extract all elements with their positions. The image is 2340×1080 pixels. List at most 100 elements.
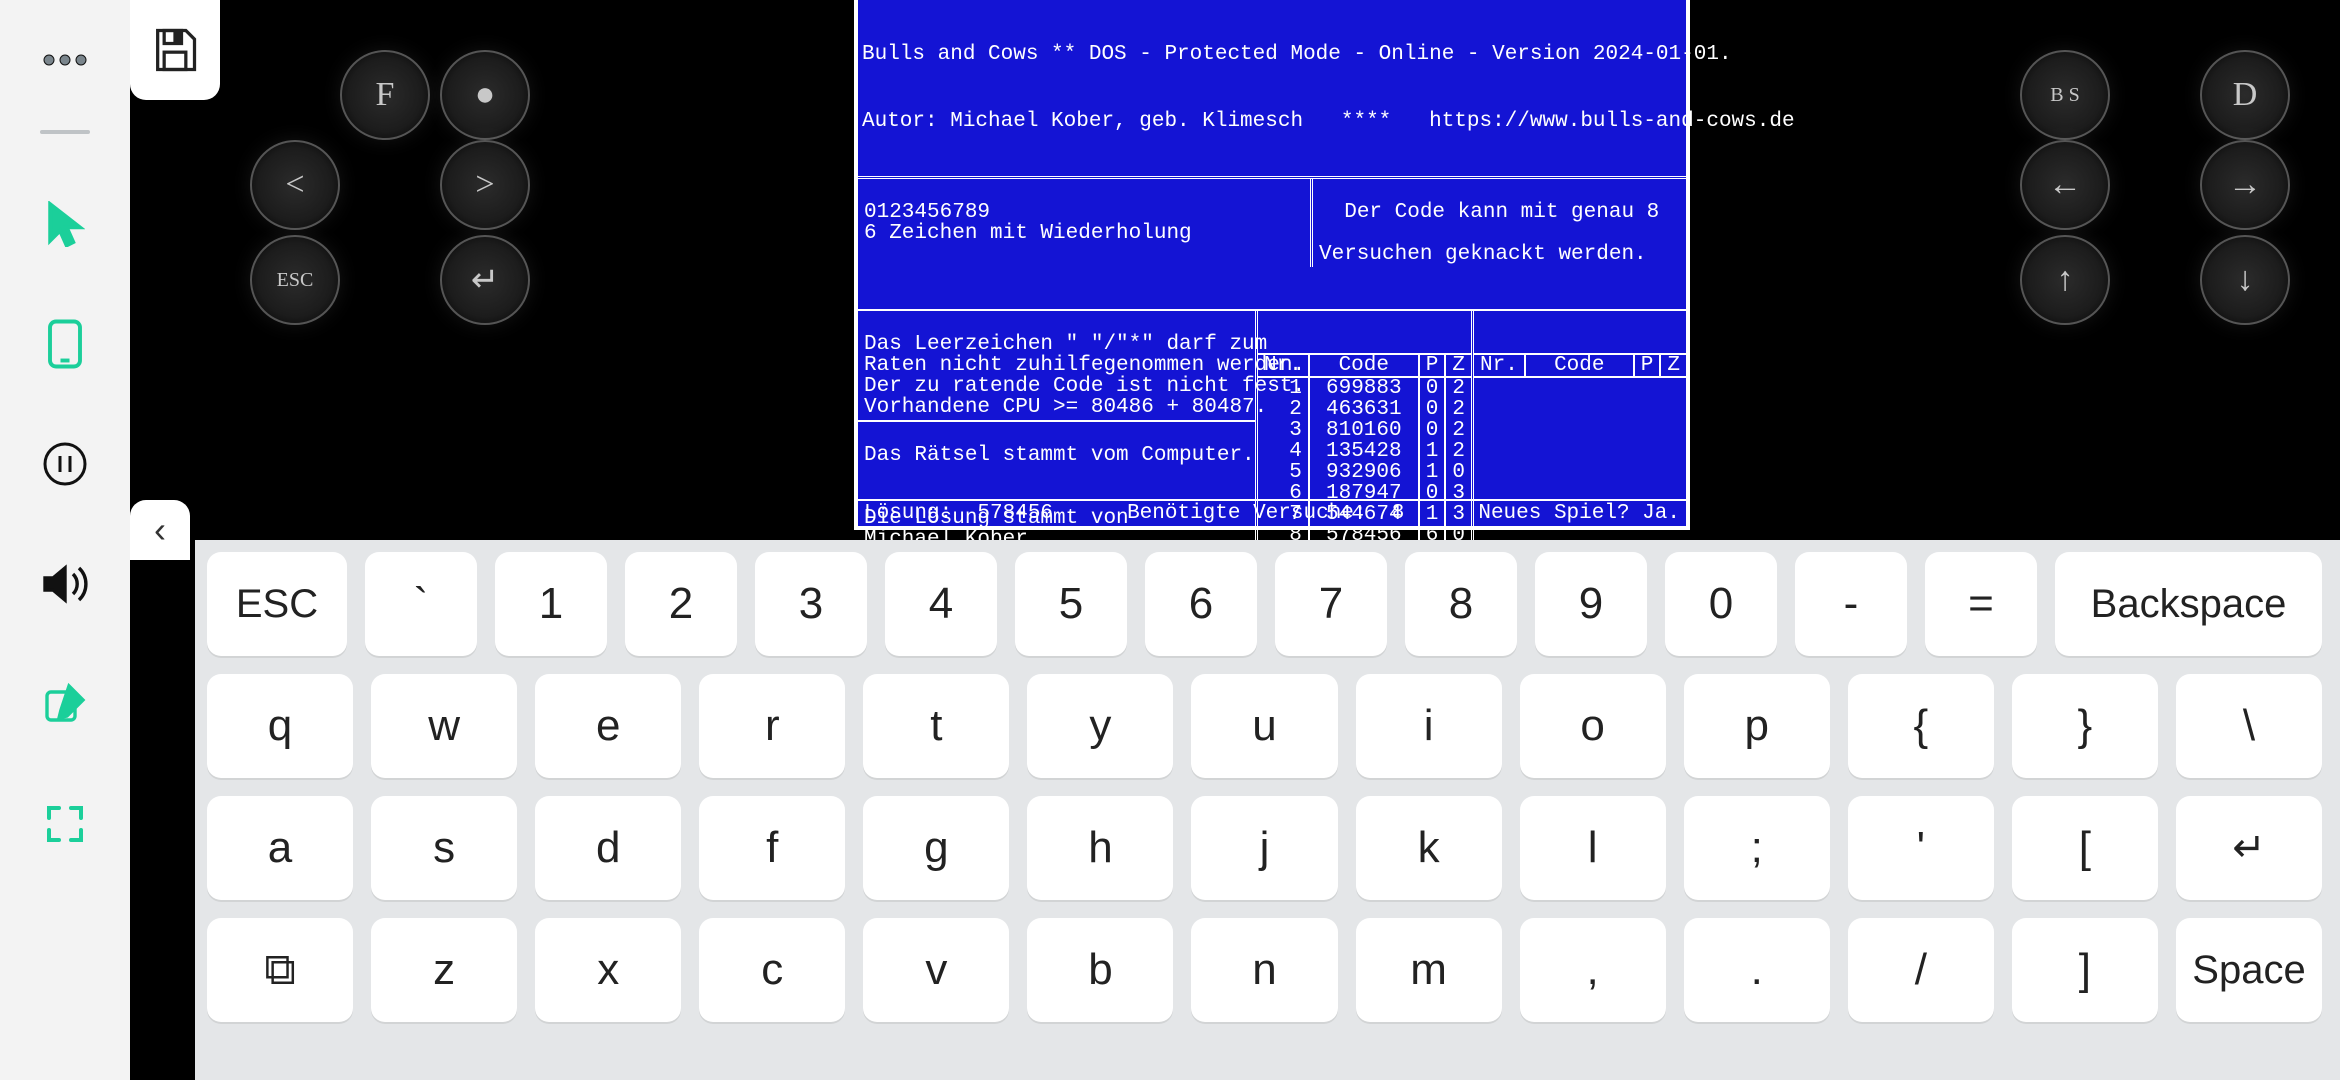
game-button-prev[interactable]: <	[250, 140, 340, 230]
game-button-up[interactable]: ↑	[2020, 235, 2110, 325]
key-h[interactable]: h	[1027, 796, 1173, 900]
keyboard-row-4: ⧉zxcvbnm,./]Space	[207, 918, 2322, 1022]
key-q[interactable]: q	[207, 674, 353, 778]
key-b[interactable]: b	[1027, 918, 1173, 1022]
key-v[interactable]: v	[863, 918, 1009, 1022]
key-[interactable]: /	[1848, 918, 1994, 1022]
key-i[interactable]: i	[1356, 674, 1502, 778]
game-button-record[interactable]: ●	[440, 50, 530, 140]
key-[interactable]: `	[365, 552, 477, 656]
menu-icon[interactable]	[35, 30, 95, 90]
game-button-f[interactable]: F	[340, 50, 430, 140]
keyboard-row-2: qwertyuiop{}\	[207, 674, 2322, 778]
key-u[interactable]: u	[1191, 674, 1337, 778]
pause-icon[interactable]	[35, 434, 95, 494]
key-o[interactable]: o	[1520, 674, 1666, 778]
key-5[interactable]: 5	[1015, 552, 1127, 656]
key-w[interactable]: w	[371, 674, 517, 778]
key-[interactable]: '	[1848, 796, 1994, 900]
col-p: P	[1419, 354, 1446, 377]
key-[interactable]: ⧉	[207, 918, 353, 1022]
device-icon[interactable]	[35, 314, 95, 374]
key-c[interactable]: c	[699, 918, 845, 1022]
key-k[interactable]: k	[1356, 796, 1502, 900]
chevron-left-icon: ‹	[154, 509, 166, 551]
key-space[interactable]: Space	[2176, 918, 2322, 1022]
dos-status-bar: Lösung: 578456 Benötigte Versuche: 8 Neu…	[858, 499, 1686, 526]
key-[interactable]: =	[1925, 552, 2037, 656]
key-2[interactable]: 2	[625, 552, 737, 656]
sidebar-divider	[40, 130, 90, 134]
dos-title: Bulls and Cows ** DOS - Protected Mode -…	[858, 42, 1686, 67]
key-t[interactable]: t	[863, 674, 1009, 778]
keyboard-row-1: ESC`1234567890-=Backspace	[207, 552, 2322, 656]
key-6[interactable]: 6	[1145, 552, 1257, 656]
pointer-icon[interactable]	[35, 194, 95, 254]
key-s[interactable]: s	[371, 796, 517, 900]
key-esc[interactable]: ESC	[207, 552, 347, 656]
key-[interactable]: [	[2012, 796, 2158, 900]
dos-new-game: Neues Spiel? Ja.	[1478, 503, 1680, 524]
key-4[interactable]: 4	[885, 552, 997, 656]
game-button-enter[interactable]: ↵	[440, 235, 530, 325]
key-7[interactable]: 7	[1275, 552, 1387, 656]
key-[interactable]: ]	[2012, 918, 2158, 1022]
dos-mode: 6 Zeichen mit Wiederholung	[864, 223, 1304, 244]
speaker-icon[interactable]	[35, 554, 95, 614]
key-d[interactable]: d	[535, 796, 681, 900]
key-p[interactable]: p	[1684, 674, 1830, 778]
key-backspace[interactable]: Backspace	[2055, 552, 2322, 656]
key-a[interactable]: a	[207, 796, 353, 900]
left-sidebar	[0, 0, 130, 1080]
key-n[interactable]: n	[1191, 918, 1337, 1022]
key-y[interactable]: y	[1027, 674, 1173, 778]
game-button-left[interactable]: ←	[2020, 140, 2110, 230]
key-0[interactable]: 0	[1665, 552, 1777, 656]
dos-hint-1: Der Code kann mit genau 8	[1344, 201, 1659, 224]
guess-row: 169988302	[1258, 377, 1471, 399]
key-[interactable]: ↵	[2176, 796, 2322, 900]
key-[interactable]: \	[2176, 674, 2322, 778]
col-z: Z	[1445, 354, 1471, 377]
key-[interactable]: }	[2012, 674, 2158, 778]
dos-digits: 0123456789	[864, 201, 990, 224]
key-[interactable]: -	[1795, 552, 1907, 656]
key-[interactable]: ,	[1520, 918, 1666, 1022]
key-z[interactable]: z	[371, 918, 517, 1022]
save-card[interactable]	[130, 0, 220, 100]
key-8[interactable]: 8	[1405, 552, 1517, 656]
key-9[interactable]: 9	[1535, 552, 1647, 656]
key-r[interactable]: r	[699, 674, 845, 778]
edit-icon[interactable]	[35, 674, 95, 734]
key-[interactable]: .	[1684, 918, 1830, 1022]
guess-row: 593290610	[1258, 462, 1471, 483]
dos-solution: Lösung: 578456	[864, 503, 1053, 524]
collapse-keyboard-tab[interactable]: ‹	[130, 500, 190, 560]
key-x[interactable]: x	[535, 918, 681, 1022]
key-1[interactable]: 1	[495, 552, 607, 656]
game-button-bs[interactable]: B S	[2020, 50, 2110, 140]
col-code: Code	[1309, 354, 1419, 377]
key-j[interactable]: j	[1191, 796, 1337, 900]
dos-rule-4: Vorhandene CPU >= 80486 + 80487.	[864, 397, 1249, 418]
game-button-d[interactable]: D	[2200, 50, 2290, 140]
key-l[interactable]: l	[1520, 796, 1666, 900]
key-3[interactable]: 3	[755, 552, 867, 656]
key-e[interactable]: e	[535, 674, 681, 778]
key-m[interactable]: m	[1356, 918, 1502, 1022]
game-button-down[interactable]: ↓	[2200, 235, 2290, 325]
guess-row: 413542812	[1258, 441, 1471, 462]
key-g[interactable]: g	[863, 796, 1009, 900]
game-button-esc[interactable]: ESC	[250, 235, 340, 325]
dos-rule-3: Der zu ratende Code ist nicht fest.	[864, 376, 1249, 397]
dos-tries: Benötigte Versuche: 8	[1127, 503, 1404, 524]
game-button-next[interactable]: >	[440, 140, 530, 230]
key-[interactable]: {	[1848, 674, 1994, 778]
dos-rule-1: Das Leerzeichen " "/"*" darf zum	[864, 334, 1249, 355]
game-button-right[interactable]: →	[2200, 140, 2290, 230]
dos-origin-1: Das Rätsel stammt vom Computer.	[864, 445, 1249, 466]
fullscreen-icon[interactable]	[35, 794, 95, 854]
key-f[interactable]: f	[699, 796, 845, 900]
guess-row: 246363102	[1258, 399, 1471, 420]
key-[interactable]: ;	[1684, 796, 1830, 900]
